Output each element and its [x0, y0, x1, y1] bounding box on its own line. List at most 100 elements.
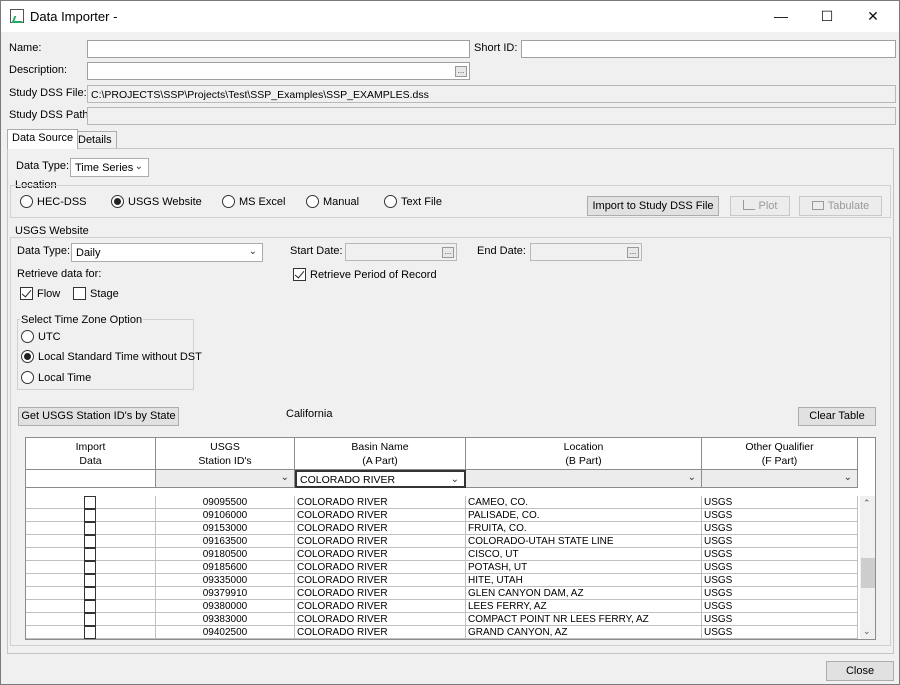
minimize-button[interactable]: —	[758, 1, 804, 32]
header-basin-name[interactable]: Basin Name (A Part)	[295, 438, 466, 470]
qualifier-cell: USGS	[702, 587, 858, 600]
table-row[interactable]: 09153000 COLORADO RIVER FRUITA, CO. USGS	[26, 522, 858, 535]
table-row[interactable]: 09163500 COLORADO RIVER COLORADO-UTAH STAT…	[26, 535, 858, 548]
chevron-down-icon: ⌄	[134, 161, 143, 172]
import-cell	[26, 548, 156, 561]
chevron-down-icon: ⌄	[687, 472, 696, 483]
table-row[interactable]: 09379910 COLORADO RIVER GLEN CANYON DAM, A…	[26, 587, 858, 600]
import-checkbox[interactable]	[84, 561, 96, 574]
start-date-label: Start Date:	[290, 245, 343, 257]
title-bar: Data Importer - — ☐ ✕	[1, 1, 899, 32]
stage-checkbox[interactable]	[73, 287, 86, 300]
import-checkbox[interactable]	[84, 548, 96, 561]
dsspath-label: Study DSS Path:	[9, 109, 92, 121]
chevron-down-icon: ⌄	[280, 472, 289, 483]
import-to-dss-button[interactable]: Import to Study DSS File	[587, 196, 719, 216]
radio-local-standard[interactable]	[21, 350, 34, 363]
import-checkbox[interactable]	[84, 496, 96, 509]
header-import-data[interactable]: Import Data	[26, 438, 156, 470]
table-row[interactable]: 09335000 COLORADO RIVER HITE, UTAH USGS	[26, 574, 858, 587]
table-row[interactable]: 09402500 COLORADO RIVER GRAND CANYON, AZ US…	[26, 626, 858, 639]
table-row[interactable]: 09185600 COLORADO RIVER POTASH, UT USGS	[26, 561, 858, 574]
import-checkbox[interactable]	[84, 613, 96, 626]
filter-basin-name[interactable]: COLORADO RIVER ⌄	[295, 470, 466, 488]
calendar-ellipsis-icon[interactable]: ...	[627, 247, 639, 258]
import-checkbox[interactable]	[84, 509, 96, 522]
description-input[interactable]: ...	[87, 62, 470, 80]
get-stations-button[interactable]: Get USGS Station ID's by State	[18, 407, 179, 426]
qualifier-cell: USGS	[702, 535, 858, 548]
table-row[interactable]: 09106000 COLORADO RIVER PALISADE, CO. USGS	[26, 509, 858, 522]
radio-utc[interactable]	[21, 330, 34, 343]
datatype-label: Data Type:	[16, 160, 69, 172]
por-checkbox[interactable]	[293, 268, 306, 281]
scroll-thumb[interactable]	[861, 558, 875, 588]
table-row[interactable]: 09095500 COLORADO RIVER CAMEO, CO. USGS	[26, 496, 858, 509]
header-station-id[interactable]: USGS Station ID's	[156, 438, 295, 470]
radio-ms-excel[interactable]	[222, 195, 235, 208]
radio-usgs-website[interactable]	[111, 195, 124, 208]
shortid-input[interactable]	[521, 40, 896, 58]
plot-button[interactable]: Plot	[730, 196, 790, 216]
radio-hec-dss-label: HEC-DSS	[37, 196, 87, 208]
clear-table-button[interactable]: Clear Table	[798, 407, 876, 426]
tab-data-source[interactable]: Data Source	[7, 129, 79, 149]
radio-text-file-label: Text File	[401, 196, 442, 208]
ellipsis-icon[interactable]: ...	[455, 66, 467, 77]
calendar-ellipsis-icon[interactable]: ...	[442, 247, 454, 258]
flow-label: Flow	[37, 288, 61, 300]
filter-location[interactable]: ⌄	[466, 470, 702, 488]
window-title: Data Importer -	[30, 9, 118, 24]
station-id-cell: 09180500	[156, 548, 295, 561]
description-label: Description:	[9, 64, 68, 76]
basin-name-cell: COLORADO RIVER	[295, 509, 466, 522]
timezone-label: Select Time Zone Option	[20, 314, 144, 326]
usgs-datatype-select[interactable]: Daily ⌄	[71, 243, 263, 262]
basin-name-cell: COLORADO RIVER	[295, 535, 466, 548]
basin-name-cell: COLORADO RIVER	[295, 600, 466, 613]
table-scrollbar[interactable]: ⌃ ⌄	[860, 496, 875, 639]
import-cell	[26, 613, 156, 626]
basin-name-cell: COLORADO RIVER	[295, 574, 466, 587]
name-label: Name:	[9, 42, 42, 54]
import-checkbox[interactable]	[84, 600, 96, 613]
name-input[interactable]	[87, 40, 470, 58]
tabulate-button[interactable]: Tabulate	[799, 196, 882, 216]
flow-checkbox[interactable]	[20, 287, 33, 300]
station-id-cell: 09153000	[156, 522, 295, 535]
import-checkbox[interactable]	[84, 574, 96, 587]
close-button[interactable]: Close	[826, 661, 894, 681]
dssfile-label: Study DSS File:	[9, 87, 87, 99]
end-date-field[interactable]: ...	[530, 243, 642, 261]
usgs-datatype-label: Data Type:	[17, 245, 70, 257]
qualifier-cell: USGS	[702, 600, 858, 613]
basin-name-cell: COLORADO RIVER	[295, 496, 466, 509]
basin-name-cell: COLORADO RIVER	[295, 613, 466, 626]
station-id-cell: 09379910	[156, 587, 295, 600]
import-checkbox[interactable]	[84, 626, 96, 639]
import-checkbox[interactable]	[84, 587, 96, 600]
import-checkbox[interactable]	[84, 522, 96, 535]
datatype-select[interactable]: Time Series ⌄	[70, 158, 149, 177]
filter-station-id[interactable]: ⌄	[156, 470, 295, 488]
radio-local-time-label: Local Time	[38, 372, 92, 384]
table-row[interactable]: 09383000 COLORADO RIVER COMPACT POINT NR L…	[26, 613, 858, 626]
radio-manual[interactable]	[306, 195, 319, 208]
header-other-qualifier[interactable]: Other Qualifier (F Part)	[702, 438, 858, 470]
start-date-field[interactable]: ...	[345, 243, 457, 261]
location-cell: POTASH, UT	[466, 561, 702, 574]
radio-text-file[interactable]	[384, 195, 397, 208]
close-window-button[interactable]: ✕	[850, 1, 896, 32]
import-checkbox[interactable]	[84, 535, 96, 548]
filter-qualifier[interactable]: ⌄	[702, 470, 858, 488]
scroll-down-icon[interactable]: ⌄	[863, 626, 871, 637]
end-date-label: End Date:	[477, 245, 526, 257]
scroll-up-icon[interactable]: ⌃	[863, 498, 871, 509]
table-row[interactable]: 09180500 COLORADO RIVER CISCO, UT USGS	[26, 548, 858, 561]
radio-hec-dss[interactable]	[20, 195, 33, 208]
header-location[interactable]: Location (B Part)	[466, 438, 702, 470]
table-row[interactable]: 09380000 COLORADO RIVER LEES FERRY, AZ USGS	[26, 600, 858, 613]
basin-name-cell: COLORADO RIVER	[295, 587, 466, 600]
maximize-button[interactable]: ☐	[804, 1, 850, 32]
radio-local-time[interactable]	[21, 371, 34, 384]
